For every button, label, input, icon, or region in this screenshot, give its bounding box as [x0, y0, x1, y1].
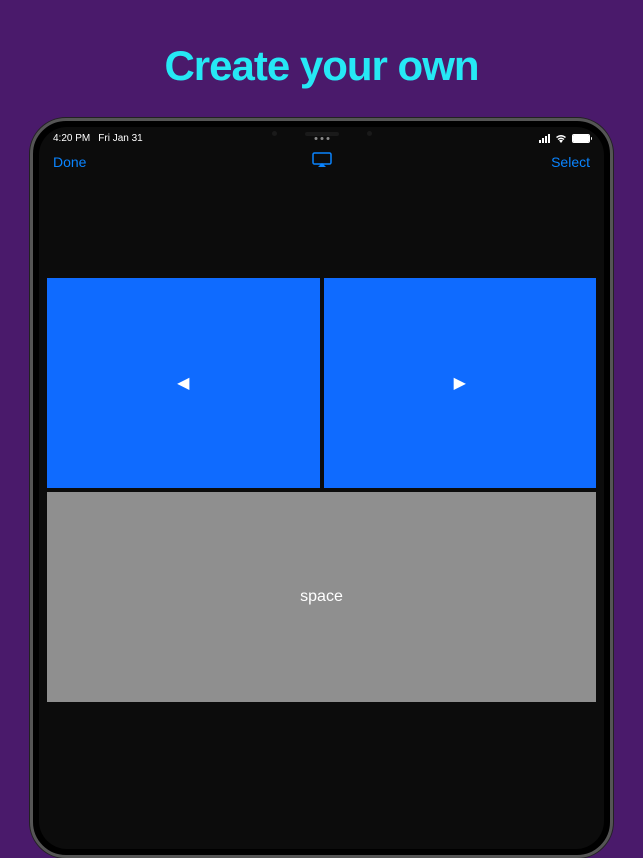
space-button[interactable]: space [47, 492, 596, 702]
multitask-dots[interactable] [314, 137, 329, 140]
space-label: space [300, 588, 343, 606]
arrow-right-icon: ▶ [454, 373, 466, 393]
status-date: Fri Jan 31 [98, 133, 142, 144]
content-area: ◀ ▶ space [39, 178, 604, 849]
prev-button[interactable]: ◀ [47, 278, 320, 488]
control-grid: ◀ ▶ space [47, 278, 596, 702]
arrow-left-icon: ◀ [177, 373, 189, 393]
next-button[interactable]: ▶ [324, 278, 597, 488]
status-bar: 4:20 PM Fri Jan 31 [39, 127, 604, 146]
tablet-device-frame: 4:20 PM Fri Jan 31 [30, 118, 613, 858]
done-button[interactable]: Done [53, 154, 86, 170]
tablet-screen: 4:20 PM Fri Jan 31 [39, 127, 604, 849]
navigation-bar: Done Select [39, 146, 604, 178]
status-time: 4:20 PM [53, 133, 90, 144]
airplay-icon[interactable] [312, 152, 332, 173]
wifi-icon [555, 134, 567, 143]
tablet-notch [272, 131, 372, 136]
select-button[interactable]: Select [551, 154, 590, 170]
signal-icon [539, 134, 550, 143]
battery-icon [572, 134, 590, 143]
page-headline: Create your own [164, 42, 478, 90]
